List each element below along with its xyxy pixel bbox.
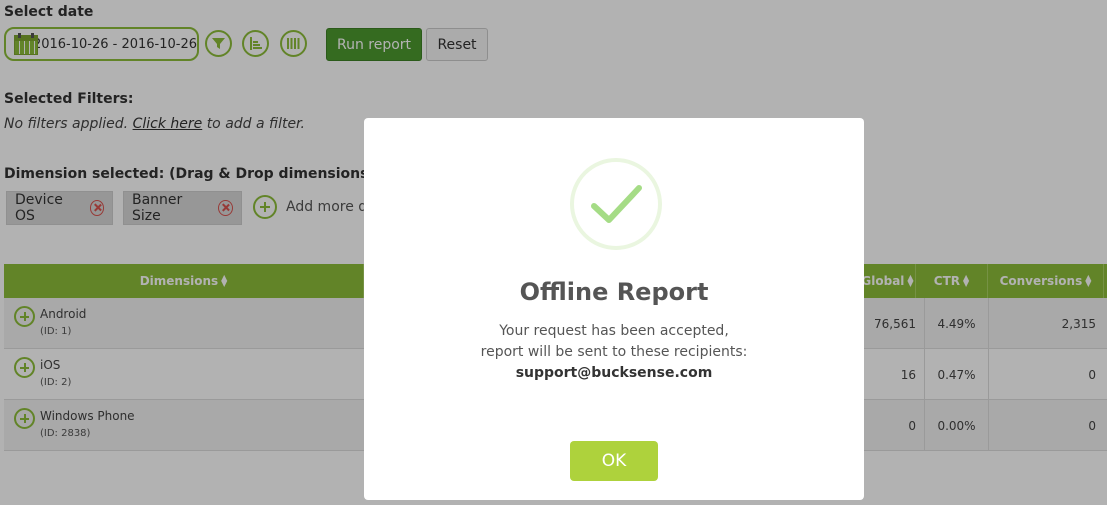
dialog-message: Your request has been accepted, report w…	[364, 321, 864, 384]
recipient-email: support@bucksense.com	[515, 365, 713, 381]
dialog-line-2: report will be sent to these recipients:	[480, 344, 748, 360]
success-check-icon	[570, 158, 662, 250]
dialog-title: Offline Report	[519, 278, 709, 306]
ok-button[interactable]: OK	[570, 441, 658, 481]
offline-report-dialog: Offline Report Your request has been acc…	[364, 118, 864, 500]
dialog-line-1: Your request has been accepted,	[499, 323, 729, 339]
